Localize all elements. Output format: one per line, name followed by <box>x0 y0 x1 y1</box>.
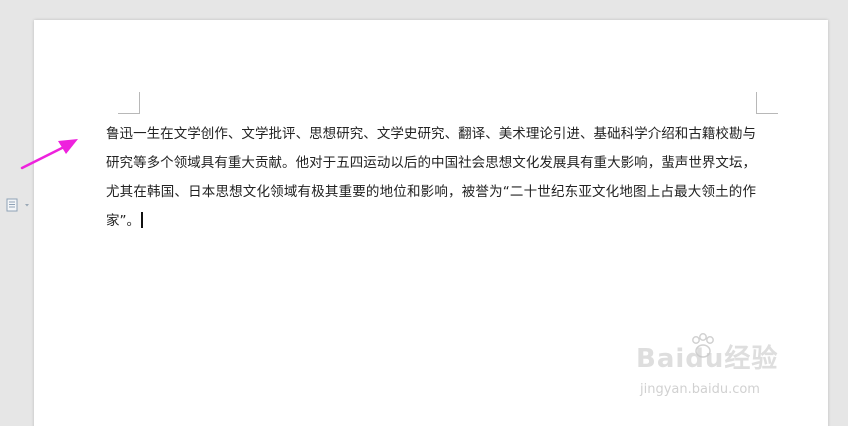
document-paragraph-icon <box>6 198 18 212</box>
document-body[interactable]: 鲁迅一生在文学创作、文学批评、思想研究、文学史研究、翻译、美术理论引进、基础科学… <box>106 120 756 236</box>
margin-corner-top-left <box>118 92 140 114</box>
text-cursor <box>141 212 143 228</box>
margin-corner-top-right <box>756 92 778 114</box>
chevron-down-icon <box>25 204 29 207</box>
paragraph-handle-button[interactable] <box>6 198 34 212</box>
paragraph-text[interactable]: 鲁迅一生在文学创作、文学批评、思想研究、文学史研究、翻译、美术理论引进、基础科学… <box>106 126 756 229</box>
annotation-arrow-icon <box>20 139 78 170</box>
document-page[interactable]: 鲁迅一生在文学创作、文学批评、思想研究、文学史研究、翻译、美术理论引进、基础科学… <box>34 20 828 426</box>
document-workspace: 鲁迅一生在文学创作、文学批评、思想研究、文学史研究、翻译、美术理论引进、基础科学… <box>0 0 848 426</box>
